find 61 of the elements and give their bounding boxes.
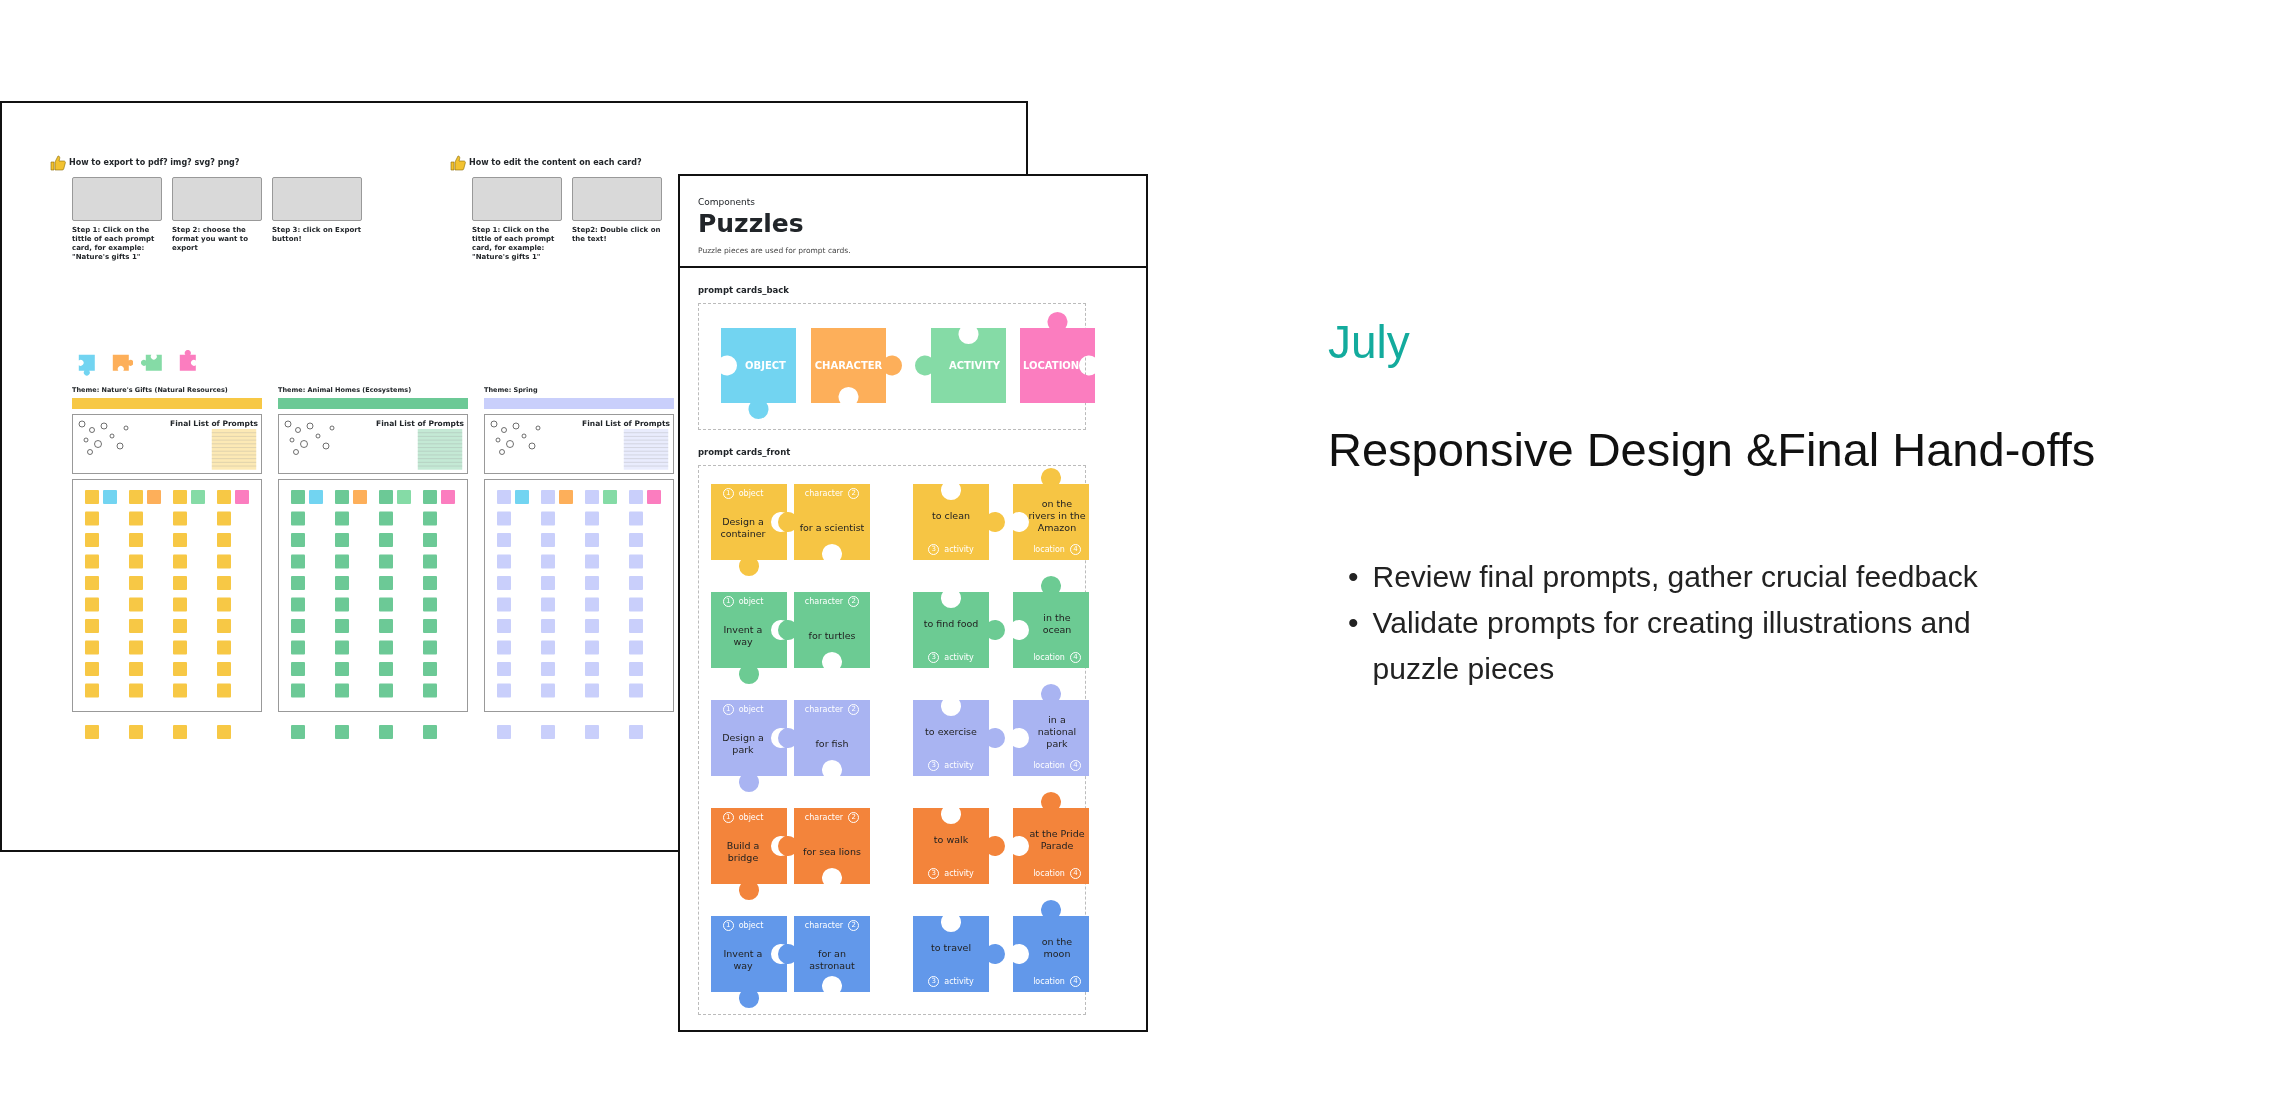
card-category: character — [804, 919, 844, 932]
card-category: location — [1033, 867, 1065, 880]
card-prompt: to travel — [930, 941, 972, 954]
card-prompt: on the moon — [1040, 935, 1074, 960]
card-category: activity — [944, 867, 974, 880]
card-category: character — [804, 487, 844, 500]
card-prompt: Design a park — [721, 731, 765, 756]
prompt-table-thumbnail — [622, 429, 670, 470]
card-prompt: Invent a way — [722, 623, 764, 648]
card-prompt: Build a bridge — [725, 839, 761, 864]
bullet-marker: • — [1348, 558, 1359, 595]
card-prompt: to clean — [931, 509, 971, 522]
section-label: Components — [698, 196, 756, 209]
panel-title: Puzzles — [698, 209, 805, 237]
card-prompt: Invent a way — [722, 947, 764, 972]
section-label: prompt cards_front — [698, 446, 792, 459]
card-category: location — [1033, 651, 1065, 664]
piece-label: CHARACTER — [814, 359, 883, 373]
card-category: activity — [944, 975, 974, 988]
card-prompt: at the Pride Parade — [1028, 827, 1086, 852]
month-heading: July — [1328, 315, 1411, 370]
card-category: object — [738, 703, 764, 716]
card-category: character — [804, 703, 844, 716]
piece-label: LOCATION — [1023, 359, 1080, 373]
card-prompt: Design a container — [719, 515, 767, 540]
help-title: How to edit the content on each card? — [469, 157, 642, 169]
card-category: location — [1033, 759, 1065, 772]
card-category: activity — [944, 651, 974, 664]
bullet-item: Review final prompts, gather crucial feedback — [1372, 558, 1978, 595]
help-title: How to export to pdf? img? svg? png? — [69, 157, 240, 169]
bullet-marker: • — [1348, 604, 1359, 641]
card-prompt: for an astronaut — [808, 947, 856, 972]
card-category: activity — [944, 543, 974, 556]
card-category: character — [804, 811, 844, 824]
bullet-item: Validate prompts for creating illustrations and puzzle pieces — [1372, 604, 1972, 687]
card-prompt: for fish — [815, 737, 849, 750]
card-category: object — [738, 595, 764, 608]
card-category: object — [738, 487, 764, 500]
prompt-table-thumbnail — [210, 429, 258, 470]
card-prompt: to walk — [933, 833, 969, 846]
card-prompt: for sea lions — [803, 845, 861, 858]
thumbs-up-icon — [50, 155, 66, 171]
section-label: prompt cards_back — [698, 284, 790, 297]
card-prompt: for turtles — [808, 629, 856, 642]
card-category: activity — [944, 759, 974, 772]
card-prompt: to exercise — [925, 725, 977, 738]
card-prompt: for a scientist — [799, 521, 865, 534]
card-prompt: to find food — [923, 617, 979, 630]
card-prompt: in the ocean — [1041, 611, 1073, 636]
card-category: location — [1033, 543, 1065, 556]
card-category: location — [1033, 975, 1065, 988]
slide-title: Responsive Design &Final Hand-offs — [1328, 422, 2097, 478]
card-prompt: in a national park — [1036, 713, 1078, 750]
piece-label: ACTIVITY — [948, 359, 1001, 373]
card-prompt: on the rivers in the Amazon — [1028, 497, 1086, 534]
card-category: object — [738, 919, 764, 932]
card-category: character — [804, 595, 844, 608]
card-category: object — [738, 811, 764, 824]
thumbs-up-icon — [450, 155, 466, 171]
piece-label: OBJECT — [745, 359, 786, 373]
prompt-table-thumbnail — [416, 429, 464, 470]
